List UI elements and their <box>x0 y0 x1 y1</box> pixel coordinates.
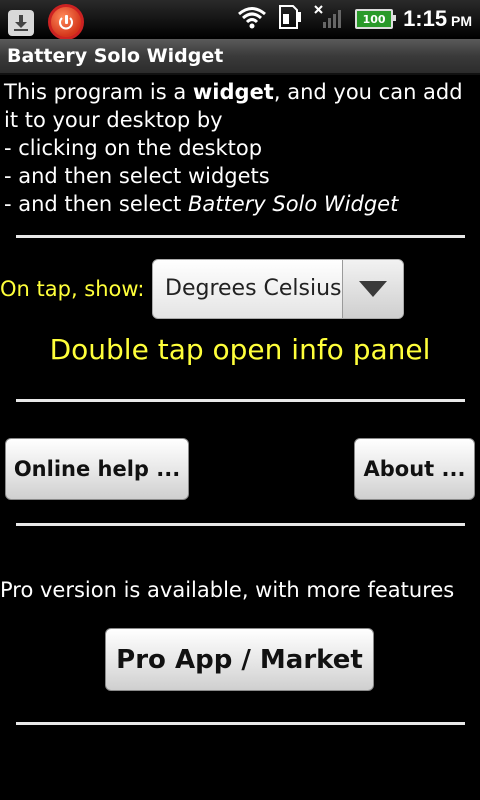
no-signal-icon <box>313 4 345 34</box>
on-tap-spinner[interactable]: Degrees Celsius <box>152 259 404 319</box>
intro-line-4: - and then select widgets <box>4 164 270 188</box>
pro-version-text: Pro version is available, with more feat… <box>0 578 455 602</box>
double-tap-hint: Double tap open info panel <box>49 333 431 366</box>
online-help-button[interactable]: Online help ... <box>5 438 189 500</box>
on-tap-label: On tap, show: <box>0 277 145 301</box>
intro-line-1: This program is a widget, and you can ad… <box>4 80 463 104</box>
spinner-dropdown-button[interactable] <box>342 260 403 318</box>
intro-line-5: - and then select Battery Solo Widget <box>4 192 399 216</box>
status-bar: 100 1:15 PM <box>0 0 480 40</box>
divider <box>16 722 465 725</box>
divider <box>16 399 465 402</box>
sd-card-icon <box>277 4 303 34</box>
app-title: Battery Solo Widget <box>7 45 224 67</box>
pro-app-market-button[interactable]: Pro App / Market <box>105 628 374 691</box>
intro-line-2: it to your desktop by <box>4 108 223 132</box>
battery-level: 100 <box>362 12 386 26</box>
clock-time: 1:15 <box>403 6 448 31</box>
title-bar: Battery Solo Widget <box>0 39 480 75</box>
download-icon <box>8 10 34 36</box>
widget-emphasis: widget <box>192 80 274 104</box>
power-app-icon <box>48 4 84 40</box>
intro-line-3: - clicking on the desktop <box>4 136 263 160</box>
divider <box>16 523 465 526</box>
chevron-down-icon <box>359 281 387 297</box>
divider <box>16 235 465 238</box>
clock-ampm: PM <box>451 13 472 29</box>
wifi-icon <box>237 5 267 33</box>
battery-icon: 100 <box>355 9 397 29</box>
widget-name-italic: Battery Solo Widget <box>187 192 399 216</box>
clock: 1:15 PM <box>403 6 472 32</box>
about-button[interactable]: About ... <box>354 438 475 500</box>
intro-text: This program is a widget, and you can ad… <box>4 78 476 218</box>
spinner-value: Degrees Celsius <box>165 276 342 301</box>
